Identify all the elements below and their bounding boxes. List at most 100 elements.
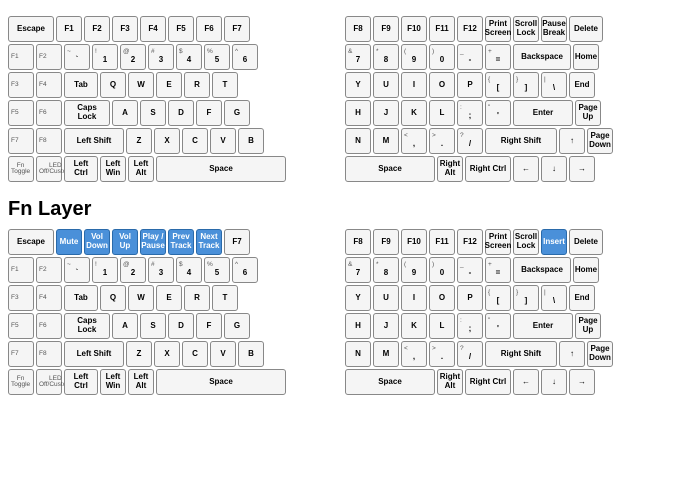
key-e[interactable]: E: [156, 285, 182, 311]
key-home[interactable]: Home: [573, 44, 599, 70]
key-rightalt[interactable]: Right Alt: [437, 369, 463, 395]
key-f6[interactable]: F6: [36, 313, 62, 339]
key-leftctrl[interactable]: Left Ctrl: [64, 156, 98, 182]
key-f[interactable]: F: [196, 100, 222, 126]
key-&[interactable]: &7: [345, 44, 371, 70]
key-f2[interactable]: F2: [36, 257, 62, 283]
key-_[interactable]: _-: [457, 44, 483, 70]
key-d[interactable]: D: [168, 313, 194, 339]
key-q[interactable]: Q: [100, 72, 126, 98]
key-#[interactable]: #3: [148, 44, 174, 70]
key-rightalt[interactable]: Right Alt: [437, 156, 463, 182]
key-f7[interactable]: F7: [8, 128, 34, 154]
key-space[interactable]: Space: [156, 156, 286, 182]
key-)[interactable]: )0: [429, 257, 455, 283]
key-<[interactable]: <,: [401, 341, 427, 367]
key-↑[interactable]: ↑: [559, 341, 585, 367]
key-capslock[interactable]: Caps Lock: [64, 100, 110, 126]
key-q[interactable]: Q: [100, 285, 126, 311]
key-delete[interactable]: Delete: [569, 16, 603, 42]
key-k[interactable]: K: [401, 313, 427, 339]
key-f8[interactable]: F8: [345, 229, 371, 255]
key-u[interactable]: U: [373, 72, 399, 98]
key-↓[interactable]: ↓: [541, 369, 567, 395]
key-p[interactable]: P: [457, 72, 483, 98]
key-o[interactable]: O: [429, 285, 455, 311]
key-$[interactable]: $4: [176, 257, 202, 283]
key-x[interactable]: X: [154, 341, 180, 367]
key-f8[interactable]: F8: [345, 16, 371, 42]
key-+[interactable]: +=: [485, 44, 511, 70]
key-b[interactable]: B: [238, 341, 264, 367]
key-f7[interactable]: F7: [224, 229, 250, 255]
key-f3[interactable]: F3: [8, 285, 34, 311]
key-#[interactable]: #3: [148, 257, 174, 283]
key-space[interactable]: Space: [156, 369, 286, 395]
key-space[interactable]: Space: [345, 156, 435, 182]
key-f4[interactable]: F4: [36, 285, 62, 311]
key-f9[interactable]: F9: [373, 16, 399, 42]
key-pausebreak[interactable]: Pause Break: [541, 16, 567, 42]
key-volup[interactable]: Vol Up: [112, 229, 138, 255]
key-s[interactable]: S: [140, 100, 166, 126]
key-f11[interactable]: F11: [429, 16, 455, 42]
key-pagedown[interactable]: Page Down: [587, 128, 613, 154]
key-r[interactable]: R: [184, 72, 210, 98]
key-([interactable]: (9: [401, 257, 427, 283]
key-![interactable]: !1: [92, 257, 118, 283]
key-→[interactable]: →: [569, 369, 595, 395]
key-"[interactable]: "': [485, 313, 511, 339]
key-pageup[interactable]: Page Up: [575, 313, 601, 339]
key-g[interactable]: G: [224, 313, 250, 339]
key-a[interactable]: A: [112, 100, 138, 126]
key-leftshift[interactable]: Left Shift: [64, 341, 124, 367]
key-z[interactable]: Z: [126, 341, 152, 367]
key-@[interactable]: @2: [120, 44, 146, 70]
key-leftctrl[interactable]: Left Ctrl: [64, 369, 98, 395]
key-f1[interactable]: F1: [8, 257, 34, 283]
key-f6[interactable]: F6: [36, 100, 62, 126]
key-tab[interactable]: Tab: [64, 72, 98, 98]
key-f8[interactable]: F8: [36, 341, 62, 367]
key-↑[interactable]: ↑: [559, 128, 585, 154]
key-f12[interactable]: F12: [457, 16, 483, 42]
key-%[interactable]: %5: [204, 257, 230, 283]
key-escape[interactable]: Escape: [8, 229, 54, 255]
key-leftalt[interactable]: Left Alt: [128, 156, 154, 182]
key-rightshift[interactable]: Right Shift: [485, 128, 557, 154]
key-insert[interactable]: Insert: [541, 229, 567, 255]
key-d[interactable]: D: [168, 100, 194, 126]
key-v[interactable]: V: [210, 341, 236, 367]
key-m[interactable]: M: [373, 341, 399, 367]
key-@[interactable]: @2: [120, 257, 146, 283]
key-y[interactable]: Y: [345, 285, 371, 311]
key-leftshift[interactable]: Left Shift: [64, 128, 124, 154]
key-leftwin[interactable]: Left Win: [100, 156, 126, 182]
key-f2[interactable]: F2: [84, 16, 110, 42]
key-{[interactable]: {[: [485, 72, 511, 98]
key-printscreen[interactable]: Print Screen: [485, 229, 511, 255]
key-nexttrack[interactable]: Next Track: [196, 229, 222, 255]
key-![interactable]: !1: [92, 44, 118, 70]
key-h[interactable]: H: [345, 100, 371, 126]
key-rightctrl[interactable]: Right Ctrl: [465, 369, 511, 395]
key-u[interactable]: U: [373, 285, 399, 311]
key-fntoggle[interactable]: Fn Toggle: [8, 369, 34, 395]
key-|[interactable]: |\: [541, 72, 567, 98]
key-a[interactable]: A: [112, 313, 138, 339]
key-m[interactable]: M: [373, 128, 399, 154]
key->[interactable]: >.: [429, 341, 455, 367]
key-f2[interactable]: F2: [36, 44, 62, 70]
key-i[interactable]: I: [401, 285, 427, 311]
key-i[interactable]: I: [401, 72, 427, 98]
key-f10[interactable]: F10: [401, 229, 427, 255]
key-home[interactable]: Home: [573, 257, 599, 283]
key-w[interactable]: W: [128, 285, 154, 311]
key-y[interactable]: Y: [345, 72, 371, 98]
key-+[interactable]: +=: [485, 257, 511, 283]
key-j[interactable]: J: [373, 100, 399, 126]
key-v[interactable]: V: [210, 128, 236, 154]
key-r[interactable]: R: [184, 285, 210, 311]
key-"[interactable]: "': [485, 100, 511, 126]
key-?[interactable]: ?/: [457, 128, 483, 154]
